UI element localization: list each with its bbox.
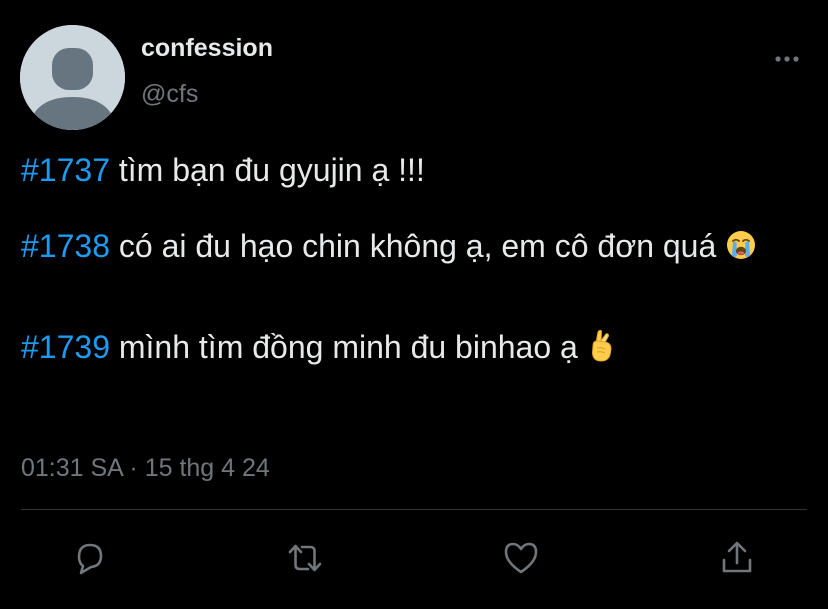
paragraph-text: tìm bạn đu gyujin ạ !!! (109, 152, 425, 188)
crossed-fingers-icon (587, 326, 615, 377)
divider (21, 509, 807, 510)
tweet-paragraph: #1738 có ai đu hạo chin không ạ, em cô đ… (21, 221, 811, 276)
retweet-icon[interactable] (285, 538, 325, 578)
tweet-paragraph: #1739 mình tìm đồng minh đu binhao ạ (21, 322, 811, 377)
more-horizontal-icon[interactable] (770, 48, 804, 70)
author-handle[interactable]: @cfs (141, 80, 198, 109)
author-display-name[interactable]: confession (141, 34, 273, 63)
heart-icon[interactable] (501, 538, 541, 578)
loudly-crying-face-icon (725, 225, 757, 276)
paragraph-text: có ai đu hạo chin không ạ, em cô đơn quá (109, 228, 726, 264)
meta-separator: · (122, 454, 145, 482)
hashtag-link[interactable]: #1737 (21, 152, 110, 188)
tweet-date: 15 thg 4 24 (144, 454, 270, 482)
share-icon[interactable] (717, 538, 757, 578)
reply-icon[interactable] (70, 538, 110, 578)
tweet-paragraph: #1737 tìm bạn đu gyujin ạ !!! (21, 145, 811, 196)
tweet-text: #1737 tìm bạn đu gyujin ạ !!! #1738 có a… (21, 145, 811, 402)
hashtag-link[interactable]: #1738 (21, 228, 110, 264)
avatar[interactable] (20, 25, 125, 130)
default-avatar-icon (20, 25, 125, 130)
hashtag-link[interactable]: #1739 (21, 329, 110, 365)
tweet-timestamp[interactable]: 01:31 SA · 15 thg 4 24 (21, 454, 270, 483)
paragraph-text: mình tìm đồng minh đu binhao ạ (109, 329, 587, 365)
tweet-time: 01:31 SA (21, 454, 123, 482)
